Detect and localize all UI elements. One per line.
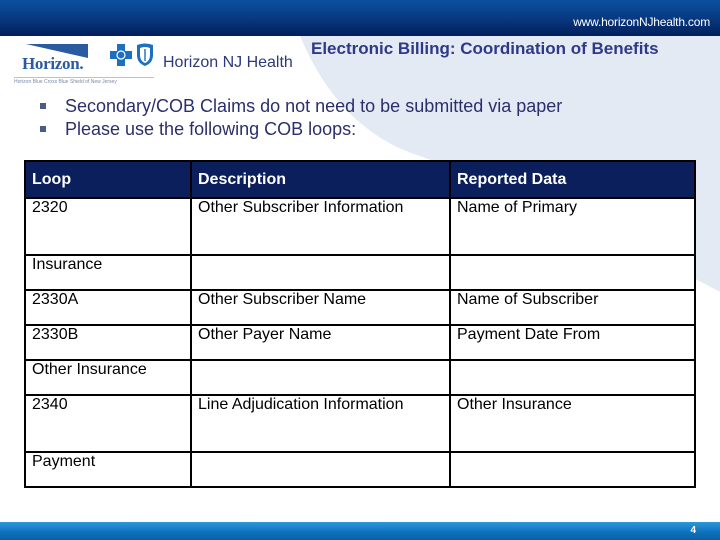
bullet-list: Secondary/COB Claims do not need to be s… <box>36 95 562 141</box>
table-row: Other Insurance <box>24 359 696 396</box>
brand-name: Horizon NJ Health <box>163 54 293 71</box>
table-cell: Name of Subscriber <box>449 289 696 326</box>
table-cell: Name of Primary <box>449 197 696 256</box>
table-cell <box>449 451 696 488</box>
bullet-square-icon <box>40 103 46 109</box>
bullet-item: Secondary/COB Claims do not need to be s… <box>36 95 562 118</box>
table-cell: Other Subscriber Information <box>190 197 451 256</box>
logo-tagline: Horizon Blue Cross Blue Shield of New Je… <box>14 77 154 85</box>
table-cell: Other Insurance <box>24 359 192 396</box>
column-header-description: Description <box>190 160 451 199</box>
bullet-item: Please use the following COB loops: <box>36 118 562 141</box>
blue-cross-icon <box>110 44 132 66</box>
table-cell <box>449 254 696 291</box>
table-row: 2340 Line Adjudication Information Other… <box>24 394 696 453</box>
website-url: www.horizonNJhealth.com <box>573 15 710 29</box>
table-cell: Other Subscriber Name <box>190 289 451 326</box>
top-header-bar: www.horizonNJhealth.com <box>0 0 720 36</box>
column-header-loop: Loop <box>24 160 192 199</box>
table-cell: 2340 <box>24 394 192 453</box>
table-cell <box>190 254 451 291</box>
table-cell: Payment Date From <box>449 324 696 361</box>
table-cell <box>190 359 451 396</box>
page-number: 4 <box>690 525 696 536</box>
table-cell: 2330B <box>24 324 192 361</box>
bullet-square-icon <box>40 126 46 132</box>
horizon-logo: Horizon. Horizon Blue Cross Blue Shield … <box>14 40 154 85</box>
table-cell: 2330A <box>24 289 192 326</box>
table-cell: Line Adjudication Information <box>190 394 451 453</box>
table-row: Insurance <box>24 254 696 291</box>
table-row: 2320 Other Subscriber Information Name o… <box>24 197 696 256</box>
table-cell <box>449 359 696 396</box>
table-cell <box>190 451 451 488</box>
column-header-reported-data: Reported Data <box>449 160 696 199</box>
table-cell: 2320 <box>24 197 192 256</box>
bullet-text: Secondary/COB Claims do not need to be s… <box>65 96 563 116</box>
table-cell: Insurance <box>24 254 192 291</box>
cob-loops-table: Loop Description Reported Data 2320 Othe… <box>24 160 696 488</box>
blue-shield-icon <box>137 43 153 66</box>
table-cell: Other Payer Name <box>190 324 451 361</box>
page-title: Electronic Billing: Coordination of Bene… <box>311 39 659 58</box>
table-row: Payment <box>24 451 696 488</box>
footer-bar: 4 <box>0 522 720 540</box>
table-cell: Payment <box>24 451 192 488</box>
table-header-row: Loop Description Reported Data <box>24 160 696 199</box>
table-cell: Other Insurance <box>449 394 696 453</box>
table-row: 2330A Other Subscriber Name Name of Subs… <box>24 289 696 326</box>
table-row: 2330B Other Payer Name Payment Date From <box>24 324 696 361</box>
horizon-wordmark: Horizon. <box>22 54 84 73</box>
bullet-text: Please use the following COB loops: <box>65 119 357 139</box>
